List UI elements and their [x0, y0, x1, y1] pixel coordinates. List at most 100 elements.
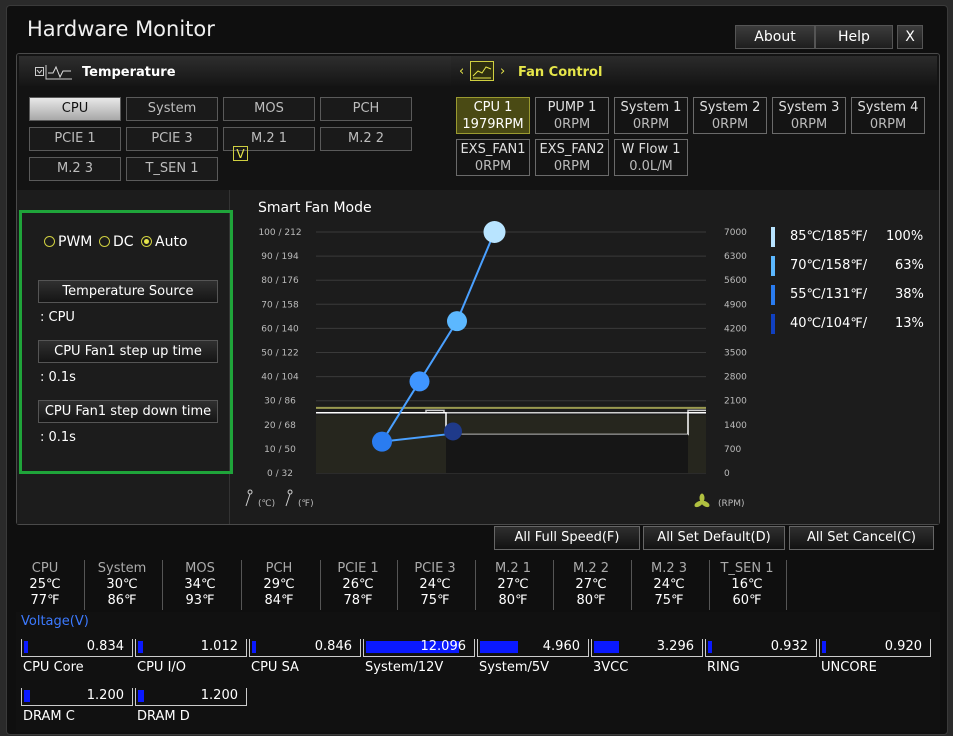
voltage-value: 1.200 — [200, 688, 238, 703]
mode-dc[interactable]: DC — [99, 234, 134, 250]
source-cpu[interactable]: CPU — [29, 97, 121, 121]
step-up-time-button[interactable]: CPU Fan1 step up time — [38, 340, 218, 363]
temp-celsius: 24℃ — [653, 577, 685, 592]
source-m2-3[interactable]: M.2 3 — [29, 157, 121, 181]
y-tick-label-rpm: 6300 — [724, 252, 747, 262]
step-down-time-value: : 0.1s — [40, 430, 76, 445]
step-down-time-button[interactable]: CPU Fan1 step down time — [38, 400, 218, 423]
voltage-gauge: 1.200 — [135, 688, 247, 706]
voltage-gauge-fill — [708, 641, 712, 653]
voltage-gauge: 0.932 — [705, 639, 817, 657]
chevron-left-icon: ‹ — [459, 64, 465, 79]
source-pcie3[interactable]: PCIE 3 — [126, 127, 218, 151]
temp-fahrenheit: 86℉ — [107, 593, 137, 608]
voltage-gauge-fill — [252, 641, 256, 653]
voltage-label: System/12V — [365, 660, 444, 675]
fan-system1[interactable]: System 1 0RPM — [614, 97, 688, 134]
temp-name: System — [97, 561, 147, 576]
temperature-source-button[interactable]: Temperature Source — [38, 280, 218, 303]
temp-name: CPU — [31, 561, 59, 576]
voltage-value: 3.296 — [656, 639, 694, 654]
temp-fahrenheit: 77℉ — [30, 593, 60, 608]
voltage-gauge: 0.834 — [21, 639, 133, 657]
voltage-gauge-fill — [138, 690, 144, 702]
temp-readout-2: MOS 34℃ 93℉ — [165, 561, 235, 609]
source-pch[interactable]: PCH — [320, 97, 412, 121]
y-tick-label-temp: 70 / 158 — [261, 300, 299, 310]
legend-temp-4: 40℃/104℉/ — [790, 316, 868, 331]
divider — [475, 560, 476, 610]
source-tsen1[interactable]: T_SEN 1 — [126, 157, 218, 181]
all-set-default-button[interactable]: All Set Default(D) — [643, 526, 785, 550]
temp-fahrenheit: 84℉ — [264, 593, 294, 608]
voltage-gauge-fill — [594, 641, 619, 653]
temp-name: MOS — [185, 561, 215, 576]
temp-fahrenheit: 75℉ — [654, 593, 684, 608]
fan-w-flow1[interactable]: W Flow 1 0.0L/M — [614, 139, 688, 176]
mode-pwm[interactable]: PWM — [44, 234, 92, 250]
legend-bar-2 — [771, 256, 775, 276]
y-tick-label-temp: 40 / 104 — [261, 373, 299, 383]
help-button[interactable]: Help — [815, 25, 893, 49]
source-m2-2[interactable]: M.2 2 — [320, 127, 412, 151]
y-tick-label-rpm: 700 — [724, 445, 741, 455]
y-tick-label-rpm: 3500 — [724, 349, 747, 359]
temp-readout-1: System 30℃ 86℉ — [87, 561, 157, 609]
voltage-label: UNCORE — [821, 660, 877, 675]
curve-point — [372, 431, 392, 452]
voltage-value: 0.846 — [314, 639, 352, 654]
source-system[interactable]: System — [126, 97, 218, 121]
thermometer-icon — [245, 489, 253, 507]
voltage-value: 0.834 — [86, 639, 124, 654]
fan-control-header[interactable]: ‹ › Fan Control — [451, 56, 937, 86]
all-full-speed-button[interactable]: All Full Speed(F) — [494, 526, 640, 550]
voltage-label: CPU I/O — [137, 660, 187, 675]
voltage-label: CPU SA — [251, 660, 299, 675]
fan-exs-fan1[interactable]: EXS_FAN1 0RPM — [456, 139, 530, 176]
fan-pump1[interactable]: PUMP 1 0RPM — [535, 97, 609, 134]
fan-icon — [694, 493, 710, 508]
temp-name: M.2 2 — [572, 561, 610, 576]
divider — [162, 560, 163, 610]
fan-cpu1[interactable]: CPU 1 1979RPM — [456, 97, 530, 134]
fan-system2[interactable]: System 2 0RPM — [693, 97, 767, 134]
legend-temp-2: 70℃/158℉/ — [790, 258, 868, 273]
voltage-label: 3VCC — [593, 660, 629, 675]
voltage-label: CPU Core — [23, 660, 84, 675]
curve-point — [409, 371, 430, 392]
y-tick-label-temp: 20 / 68 — [264, 421, 296, 431]
temp-name: PCIE 1 — [337, 561, 379, 576]
voltage-gauge: 1.200 — [21, 688, 133, 706]
temp-celsius: 30℃ — [106, 577, 138, 592]
all-set-cancel-button[interactable]: All Set Cancel(C) — [789, 526, 934, 550]
voltage-gauge-fill — [480, 641, 518, 653]
divider — [241, 560, 242, 610]
voltage-title: Voltage(V) — [21, 614, 89, 629]
legend-pct-2: 63% — [895, 258, 924, 273]
source-pcie1[interactable]: PCIE 1 — [29, 127, 121, 151]
temp-celsius: 29℃ — [263, 577, 295, 592]
mode-auto[interactable]: Auto — [141, 234, 188, 250]
y-tick-label-temp: 30 / 86 — [264, 397, 296, 407]
smart-fan-checkbox[interactable]: V — [233, 146, 248, 161]
temp-celsius: 25℃ — [29, 577, 61, 592]
source-mos[interactable]: MOS — [223, 97, 315, 121]
fan-control-header-label: Fan Control — [518, 65, 603, 80]
unit-rpm: (RPM) — [718, 499, 744, 509]
fan-exs-fan2[interactable]: EXS_FAN2 0RPM — [535, 139, 609, 176]
fan-system4[interactable]: System 4 0RPM — [851, 97, 925, 134]
legend-bar-3 — [771, 285, 775, 305]
y-tick-label-rpm: 4900 — [724, 300, 747, 310]
about-button[interactable]: About — [735, 25, 815, 49]
temp-readout-5: PCIE 3 24℃ 75℉ — [400, 561, 470, 609]
radio-dc-icon — [99, 236, 110, 247]
fan-system3[interactable]: System 3 0RPM — [772, 97, 846, 134]
temp-fahrenheit: 80℉ — [576, 593, 606, 608]
close-button[interactable]: X — [897, 25, 923, 49]
voltage-gauge-fill — [24, 641, 28, 653]
temp-fahrenheit: 60℉ — [732, 593, 762, 608]
fan-curve-graph[interactable]: 100 / 212 700090 / 194 630080 / 176 560070 … — [230, 220, 760, 515]
rpm-history-area — [446, 434, 688, 473]
voltage-value: 4.960 — [542, 639, 580, 654]
y-tick-label-temp: 80 / 176 — [261, 276, 299, 286]
